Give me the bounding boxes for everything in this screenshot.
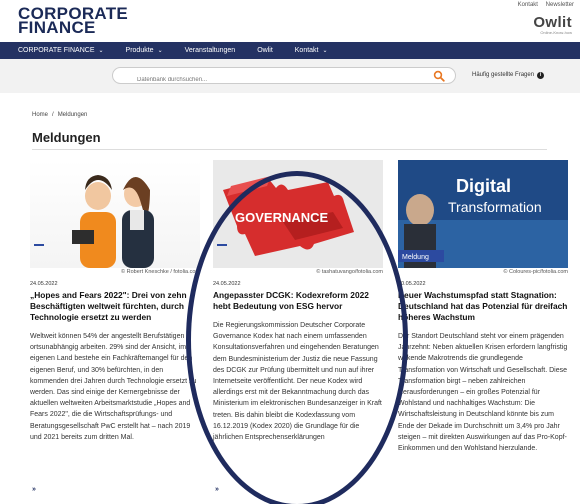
image-credit: © Robert Kneschke / fotolia.com xyxy=(121,269,200,275)
meldung-tag: Meldung xyxy=(402,254,429,261)
nav-item-kontakt[interactable]: Kontakt ⌄ xyxy=(295,47,328,54)
nav-item-veranstaltungen[interactable]: Veranstaltungen xyxy=(185,47,236,54)
news-image-digital-transformation[interactable]: Digital Transformation Meldung xyxy=(398,160,568,268)
nav-label: CORPORATE FINANCE xyxy=(18,47,95,54)
corporate-finance-logo[interactable]: CORPORATE FINANCE xyxy=(18,5,128,37)
news-image-people[interactable] xyxy=(30,160,200,268)
people-illustration xyxy=(72,175,154,268)
blue-accent-dash xyxy=(34,244,44,246)
breadcrumb-separator: / xyxy=(52,112,54,118)
search-box xyxy=(112,67,456,88)
faq-link[interactable]: Häufig gestellte Fragen i xyxy=(472,72,545,79)
breadcrumb: Home / Meldungen xyxy=(32,112,87,118)
search-icon[interactable] xyxy=(433,70,445,82)
digital-image-label: Digital xyxy=(456,176,511,196)
read-more-link[interactable]: » xyxy=(32,486,36,493)
news-title[interactable]: Angepasster DCGK: Kodexreform 2022 hebt … xyxy=(213,290,383,312)
news-card: GOVERNANCE © tashatuvango/fotolia.com 24… xyxy=(213,160,383,493)
news-card: © Robert Kneschke / fotolia.com 24.05.20… xyxy=(30,160,200,493)
nav-label: Produkte xyxy=(125,47,154,54)
breadcrumb-current: Meldungen xyxy=(57,112,88,118)
blue-accent-dash xyxy=(217,244,227,246)
news-title[interactable]: Neuer Wachstumspfad statt Stagnation: De… xyxy=(398,290,568,323)
search-bar: Häufig gestellte Frageni xyxy=(0,59,580,93)
news-date: 24.05.2022 xyxy=(30,281,58,287)
news-body: Weltweit können 54% der angestellt Beruf… xyxy=(30,333,197,441)
news-title[interactable]: „Hopes and Fears 2022": Drei von zehn Be… xyxy=(30,290,200,323)
faq-label: Häufig gestellte Fragen xyxy=(472,72,535,78)
nav-label: Owlit xyxy=(257,47,273,54)
digital-transformation-illustration: Digital Transformation Meldung xyxy=(398,160,568,268)
top-links: Kontakt Newsletter xyxy=(512,2,574,8)
news-body: Der Standort Deutschland steht vor einem… xyxy=(398,333,568,453)
nav-item-owlit[interactable]: Owlit xyxy=(257,47,273,54)
governance-image-label: GOVERNANCE xyxy=(235,210,329,225)
header: CORPORATE FINANCE Kontakt Newsletter Owl… xyxy=(0,0,580,42)
news-body: Die Regierungskommission Deutscher Corpo… xyxy=(213,322,382,442)
logo-line2: FINANCE xyxy=(18,18,96,37)
image-credit: © tashatuvango/fotolia.com xyxy=(316,269,383,275)
chevron-down-icon: ⌄ xyxy=(98,48,104,54)
top-link-newsletter[interactable]: Newsletter xyxy=(546,2,574,8)
chevron-down-icon: ⌄ xyxy=(322,48,328,54)
nav-item-produkte[interactable]: Produkte ⌄ xyxy=(126,47,163,54)
news-image-governance[interactable]: GOVERNANCE xyxy=(213,160,383,268)
title-divider xyxy=(32,149,547,150)
top-link-kontakt[interactable]: Kontakt xyxy=(518,2,538,8)
nav-label: Veranstaltungen xyxy=(184,47,236,54)
nav-item-corporate-finance[interactable]: CORPORATE FINANCE ⌄ xyxy=(18,47,104,54)
news-date: 20.05.2022 xyxy=(398,281,426,287)
search-input[interactable] xyxy=(113,72,413,88)
news-card: Digital Transformation Meldung © Coloure… xyxy=(398,160,568,454)
owlit-logo[interactable]: Owlit Online-Know-how xyxy=(533,14,572,35)
page-title: Meldungen xyxy=(32,130,101,145)
main-nav: CORPORATE FINANCE ⌄ Produkte ⌄ Veranstaltu… xyxy=(0,42,580,59)
breadcrumb-home[interactable]: Home xyxy=(32,112,48,118)
news-date: 24.05.2022 xyxy=(213,281,241,287)
image-credit: © Coloures-pic/fotolia.com xyxy=(503,269,568,275)
nav-label: Kontakt xyxy=(294,47,319,54)
owlit-brand: Owlit xyxy=(533,14,572,31)
info-icon: i xyxy=(537,72,545,79)
transformation-image-label: Transformation xyxy=(448,199,542,215)
read-more-link[interactable]: » xyxy=(215,486,219,493)
chevron-down-icon: ⌄ xyxy=(157,48,163,54)
governance-puzzle-illustration: GOVERNANCE xyxy=(213,160,383,268)
